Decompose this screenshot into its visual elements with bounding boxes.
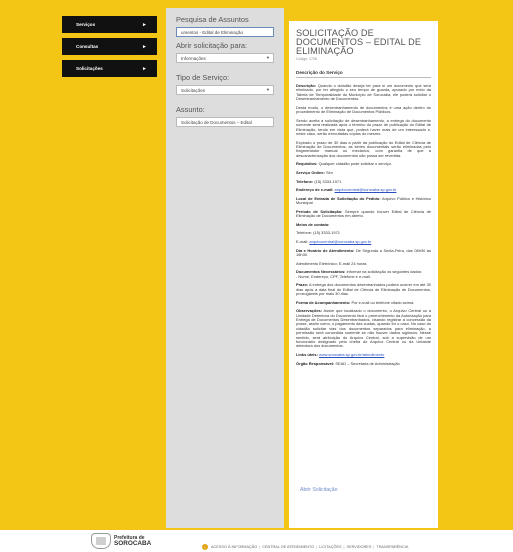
menu-item-consultas[interactable]: Consultas ►	[62, 38, 157, 55]
responsible-org: Órgão Responsável: SEAD – Secretaria de …	[296, 360, 431, 366]
documents: Documentos Necessários: informar na soli…	[296, 269, 431, 279]
contact-email: E-mail: arquivocentral@sorocaba.sp.gov.b…	[296, 239, 431, 244]
footer-link-licitacoes[interactable]: LICITAÇÕES	[319, 545, 341, 549]
online-text: Sim	[326, 170, 333, 176]
links-label: Links úteis:	[296, 352, 318, 358]
paragraph-3: Sendo aceita a solicitação de desentranh…	[296, 117, 431, 137]
period: Período de Solicitação: Sempre quando ho…	[296, 209, 431, 219]
menu-item-solicitacoes[interactable]: Solicitações ►	[62, 60, 157, 77]
org-text: SEAD – Secretaria de Administração	[335, 360, 400, 366]
email-link[interactable]: arquivocentral@sorocaba.sp.gov.br	[335, 187, 397, 192]
description-text: Quando o cidadão deseja ter para si um d…	[296, 83, 431, 102]
follow-text: Por e-mail ou telefone citado acima.	[351, 299, 415, 305]
contact-email-prefix: E-mail:	[296, 239, 309, 244]
footer-link-acesso[interactable]: ACESSO À INFORMAÇÃO	[211, 545, 257, 549]
subject-label: Assunto:	[176, 105, 205, 114]
side-menu: Serviços ► Consultas ► Solicitações ►	[62, 16, 157, 82]
requirements-label: Requisitos:	[296, 161, 318, 167]
subject-select[interactable]: Solicitação de Documentos – Edital	[176, 117, 274, 127]
menu-item-label: Solicitações	[76, 66, 103, 71]
open-for-label: Abrir solicitação para:	[176, 41, 248, 50]
hours: Dia e Horário de Atendimento: De Segunda…	[296, 248, 431, 258]
search-input-value: umentos - Edital de Eliminação	[181, 29, 244, 35]
arrow-right-icon: ►	[142, 65, 147, 72]
notes: Observações: Assim que localizado o docu…	[296, 308, 431, 349]
search-input[interactable]: umentos - Edital de Eliminação	[176, 27, 274, 37]
paragraph-4: Expirado o prazo de 30 dias a partir da …	[296, 139, 431, 158]
contact-phone: Telefone: (15) 3333-1971	[296, 230, 340, 236]
electronic-service: Atendimento Eletrônico: E-mail 24 horas	[296, 260, 367, 266]
phone: Telefone: (15) 3333-1971	[296, 178, 431, 184]
service-type-select[interactable]: Solicitações ▾	[176, 85, 274, 95]
service-code: Código: 1728	[296, 57, 317, 61]
prefeitura-logo[interactable]: Prefeitura de SOROCABA	[91, 533, 151, 549]
chevron-down-icon: ▾	[266, 87, 269, 92]
requirements-text: Qualquer cidadão pode solicitar o serviç…	[318, 161, 392, 167]
footer: Prefeitura de SOROCABA i ACESSO À INFORM…	[0, 530, 513, 552]
deadline: Prazo: A entrega dos documentos desentra…	[296, 282, 431, 296]
contact-heading: Meios de contato:	[296, 221, 431, 227]
local: Local de Entrada de Solicitação do Pedid…	[296, 196, 431, 206]
footer-link-central[interactable]: CENTRAL DE ATENDIMENTO	[262, 545, 314, 549]
service-detail-panel: SOLICITAÇÃO DE DOCUMENTOS – EDITAL DE EL…	[289, 21, 438, 528]
subject-value: Solicitação de Documentos – Edital	[181, 119, 252, 125]
page-title: SOLICITAÇÃO DE DOCUMENTOS – EDITAL DE EL…	[296, 28, 422, 56]
open-request-link[interactable]: Abrir Solicitação	[300, 487, 337, 493]
org-label: Órgão Responsável:	[296, 360, 335, 366]
footer-links: i ACESSO À INFORMAÇÃO | CENTRAL DE ATEND…	[202, 544, 408, 550]
footer-separator: |	[259, 545, 261, 549]
search-label: Pesquisa de Assuntos	[176, 15, 249, 24]
coat-of-arms-icon	[91, 533, 111, 549]
online-label: Serviço Online:	[296, 170, 325, 176]
follow-up: Forma de Acompanhamento: Por e-mail ou t…	[296, 299, 431, 305]
notes-text: Assim que localizado o documento, o Arqu…	[296, 308, 431, 349]
online-service: Serviço Online: Sim	[296, 170, 431, 176]
phone-label: Telefone:	[296, 178, 314, 184]
contact-email-link[interactable]: arquivocentral@sorocaba.sp.gov.br	[309, 239, 371, 244]
logo-line-2: SOROCABA	[114, 540, 152, 547]
section-heading: Descrição do Serviço	[296, 70, 431, 78]
documents-list: - Nome, Endereço, CPF, Telefone e e-mail…	[296, 273, 371, 279]
deadline-text: A entrega dos documentos desentranhados …	[296, 282, 431, 296]
open-for-select[interactable]: Informações ▾	[176, 53, 274, 63]
requirements: Requisitos: Qualquer cidadão pode solici…	[296, 162, 431, 166]
service-type-value: Solicitações	[181, 87, 206, 93]
arrow-right-icon: ►	[142, 43, 147, 50]
email: Endereço de e-mail: arquivocentral@soroc…	[296, 188, 431, 192]
email-label: Endereço de e-mail:	[296, 187, 334, 193]
paragraph-2: Desta modo, o desentranhamento de docume…	[296, 104, 431, 115]
follow-label: Forma de Acompanhamento:	[296, 299, 351, 305]
contact-label: Meios de contato:	[296, 221, 330, 227]
service-type-label: Tipo de Serviço:	[176, 73, 230, 82]
footer-separator: |	[343, 545, 345, 549]
footer-separator: |	[316, 545, 318, 549]
footer-separator: |	[373, 545, 375, 549]
description-paragraph: Descrição: Quando o cidadão deseja ter p…	[296, 83, 431, 102]
footer-link-transparencia[interactable]: TRANSPARÊNCIA	[376, 545, 408, 549]
open-for-value: Informações	[181, 55, 206, 61]
filter-panel: Pesquisa de Assuntos umentos - Edital de…	[166, 8, 284, 528]
access-information-icon: i	[202, 544, 208, 550]
menu-item-servicos[interactable]: Serviços ►	[62, 16, 157, 33]
useful-link[interactable]: www.sorocaba.sp.gov.br/atendimento	[319, 352, 384, 357]
footer-link-servidores[interactable]: SERVIDORES	[347, 545, 372, 549]
useful-links: Links úteis: www.sorocaba.sp.gov.br/aten…	[296, 352, 431, 358]
menu-item-label: Serviços	[76, 22, 96, 27]
chevron-down-icon: ▾	[266, 55, 269, 60]
menu-item-label: Consultas	[76, 44, 99, 49]
phone-text: (15) 3333-1971	[314, 178, 342, 184]
arrow-right-icon: ►	[142, 21, 147, 28]
